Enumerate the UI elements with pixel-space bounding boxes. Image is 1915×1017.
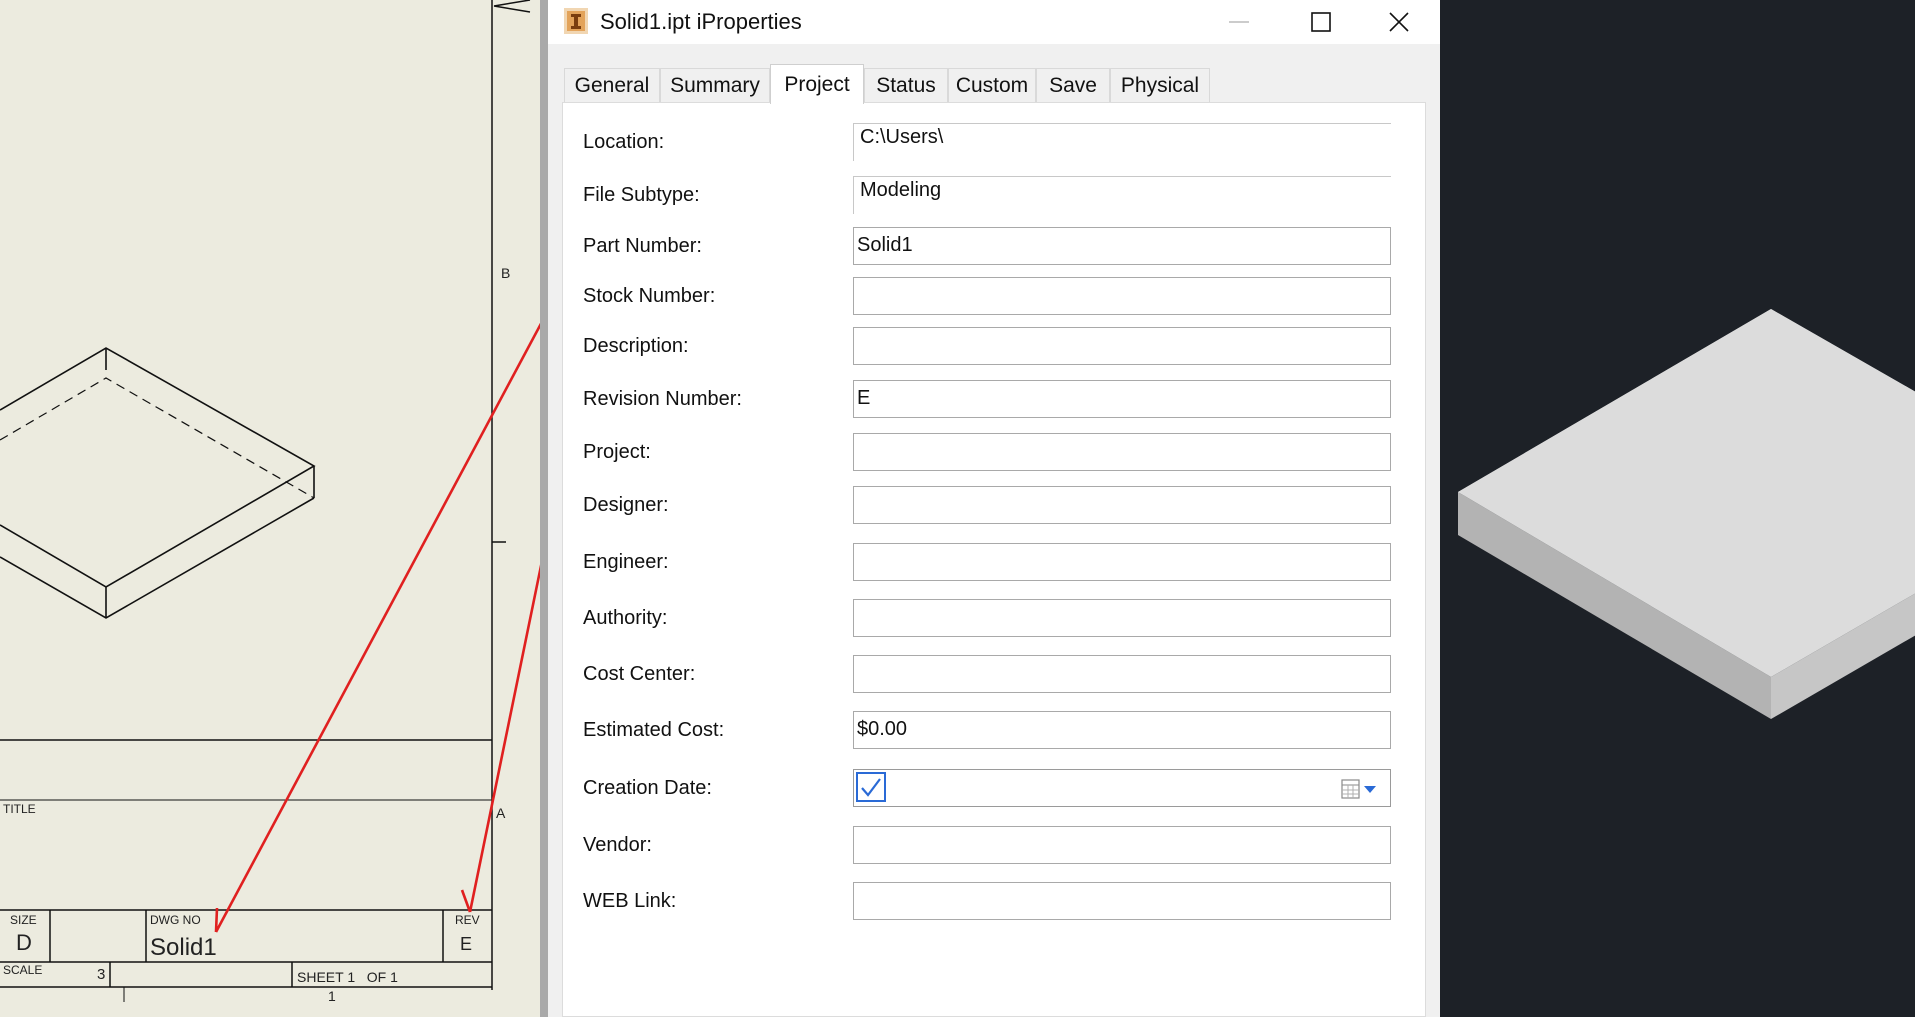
estimated-cost-field[interactable]: $0.00 [853, 711, 1391, 749]
row-revision-number: Revision Number: E [563, 380, 1427, 420]
estimated-cost-label: Estimated Cost: [583, 719, 725, 741]
creation-date-label: Creation Date: [583, 777, 712, 799]
close-icon [1389, 12, 1409, 32]
tab-general[interactable]: General [564, 68, 660, 102]
row-authority: Authority: [563, 599, 1427, 639]
isometric-part-view [0, 347, 316, 619]
tab-status[interactable]: Status [864, 68, 948, 102]
cost-center-label: Cost Center: [583, 663, 696, 685]
file-subtype-value: Modeling [853, 176, 1391, 214]
tab-summary[interactable]: Summary [660, 68, 770, 102]
designer-label: Designer: [583, 494, 669, 516]
row-location: Location: C:\Users\ [563, 123, 1427, 163]
project-tab-panel: Location: C:\Users\ File Subtype: Modeli… [562, 102, 1426, 1017]
tab-save[interactable]: Save [1036, 68, 1110, 102]
inventor-app-icon [564, 8, 588, 34]
description-field[interactable] [853, 327, 1391, 365]
designer-field[interactable] [853, 486, 1391, 524]
project-field[interactable] [853, 433, 1391, 471]
maximize-icon [1311, 12, 1331, 32]
arrow-revision-to-rev [468, 564, 540, 913]
iproperties-dialog: Solid1.ipt iProperties General Summary P… [548, 0, 1440, 1017]
title-label: TITLE [3, 802, 36, 816]
size-label: SIZE [10, 913, 37, 927]
authority-label: Authority: [583, 607, 668, 629]
creation-date-picker[interactable] [853, 769, 1391, 807]
engineer-field[interactable] [853, 543, 1391, 581]
rev-value: E [460, 934, 473, 954]
stock-number-field[interactable] [853, 277, 1391, 315]
row-cost-center: Cost Center: [563, 655, 1427, 695]
web-link-field[interactable] [853, 882, 1391, 920]
dialog-titlebar[interactable]: Solid1.ipt iProperties [548, 0, 1440, 44]
revision-number-field[interactable]: E [853, 380, 1391, 418]
drawing-sheet: B A TITLE SIZE D DWG NO Solid1 REV E SCA… [0, 0, 540, 1017]
title-block [0, 739, 492, 1002]
size-value: D [16, 930, 32, 955]
maximize-button[interactable] [1286, 0, 1356, 44]
drawing-canvas [0, 0, 540, 1002]
pane-splitter[interactable] [540, 0, 548, 1017]
shaded-part-view [1458, 309, 1915, 719]
web-link-label: WEB Link: [583, 890, 677, 912]
tab-project[interactable]: Project [770, 64, 864, 104]
engineer-label: Engineer: [583, 551, 669, 573]
project-label: Project: [583, 441, 651, 463]
creation-date-checkbox[interactable] [856, 772, 886, 802]
row-web-link: WEB Link: [563, 882, 1427, 922]
dwg-no-label: DWG NO [150, 913, 201, 927]
checkmark-icon [861, 778, 881, 797]
vendor-label: Vendor: [583, 834, 652, 856]
projection-symbol [493, 0, 531, 13]
minimize-icon [1229, 21, 1249, 23]
model-viewport[interactable] [1440, 0, 1915, 1017]
row-engineer: Engineer: [563, 543, 1427, 583]
sheet-info: SHEET 1 OF 1 [297, 969, 398, 985]
row-creation-date: Creation Date: [563, 769, 1427, 809]
row-estimated-cost: Estimated Cost: $0.00 [563, 711, 1427, 751]
tab-physical[interactable]: Physical [1110, 68, 1210, 102]
zone-label-b: B [501, 265, 511, 281]
calendar-dropdown-button[interactable] [1340, 778, 1380, 800]
plate-top-surface [1458, 309, 1915, 677]
close-button[interactable] [1364, 0, 1434, 44]
dwg-no-value: Solid1 [150, 934, 217, 961]
revision-number-label: Revision Number: [583, 388, 742, 410]
row-part-number: Part Number: Solid1 [563, 227, 1427, 267]
part-number-field[interactable]: Solid1 [853, 227, 1391, 265]
stock-number-label: Stock Number: [583, 285, 716, 307]
calendar-icon [1341, 779, 1376, 799]
sheet-number: 1 [328, 988, 336, 1004]
row-file-subtype: File Subtype: Modeling [563, 176, 1427, 216]
minimize-button[interactable] [1204, 0, 1274, 44]
row-project: Project: [563, 433, 1427, 473]
part-number-label: Part Number: [583, 235, 702, 257]
tab-custom[interactable]: Custom [948, 68, 1036, 102]
row-stock-number: Stock Number: [563, 277, 1427, 317]
authority-field[interactable] [853, 599, 1391, 637]
dialog-title: Solid1.ipt iProperties [600, 9, 802, 34]
zone-label-a: A [496, 805, 506, 821]
vendor-field[interactable] [853, 826, 1391, 864]
file-subtype-label: File Subtype: [583, 184, 700, 206]
rev-label: REV [455, 913, 480, 927]
row-description: Description: [563, 327, 1427, 367]
row-designer: Designer: [563, 486, 1427, 526]
chevron-down-icon [1364, 786, 1376, 793]
description-label: Description: [583, 335, 689, 357]
location-value: C:\Users\ [853, 123, 1391, 161]
row-vendor: Vendor: [563, 826, 1427, 866]
cost-center-field[interactable] [853, 655, 1391, 693]
scale-value: 3 [97, 966, 106, 983]
scale-label: SCALE [3, 963, 43, 977]
location-label: Location: [583, 131, 665, 153]
